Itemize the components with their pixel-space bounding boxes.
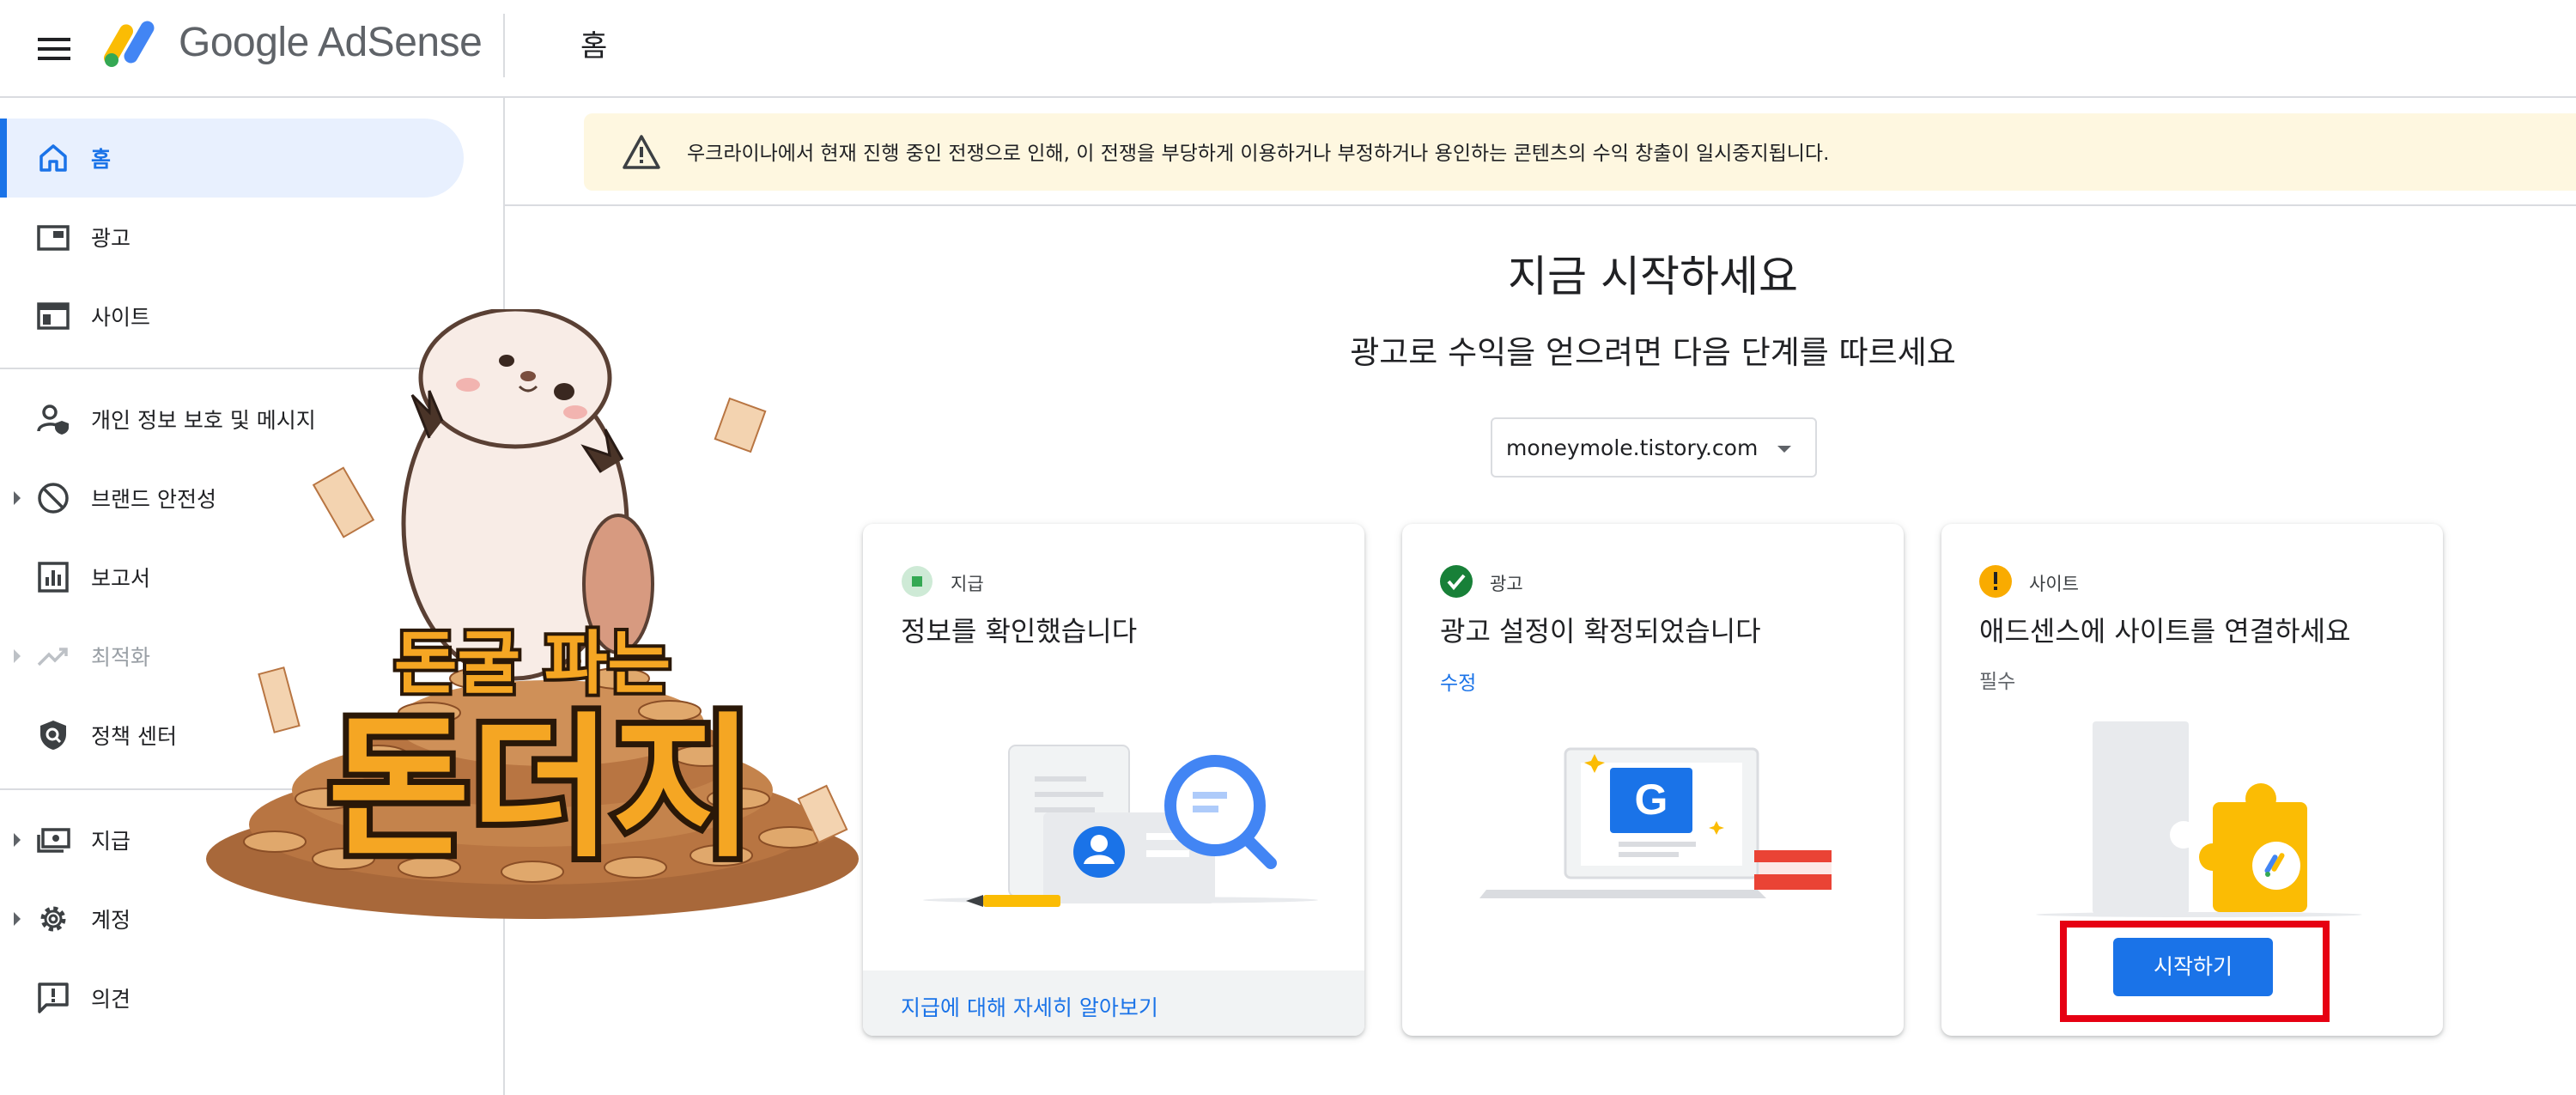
- mascot-overlay-image: 돈굴 파는 돈더지: [172, 307, 945, 945]
- learn-more-link[interactable]: 지급에 대해 자세히 알아보기: [901, 991, 1158, 1022]
- card-category: 광고: [1490, 574, 1523, 594]
- card-category: 지급: [951, 574, 984, 594]
- divider: [503, 14, 505, 77]
- adsense-logo-icon: [103, 17, 165, 69]
- edit-link[interactable]: 수정: [1440, 666, 1476, 696]
- top-app-bar: Google AdSense 홈: [0, 0, 2576, 98]
- highlight-annotation-box: [2060, 921, 2330, 1022]
- dropdown-arrow-icon: [1777, 446, 1791, 453]
- main-heading: 지금 시작하세요: [1508, 252, 1798, 301]
- site-illustration: [1941, 696, 2443, 953]
- card-title: 애드센스에 사이트를 연결하세요: [1979, 615, 2351, 648]
- sidebar-item-feedback[interactable]: 의견: [0, 958, 464, 1037]
- block-icon: [33, 478, 74, 519]
- expand-caret-icon: [14, 491, 21, 505]
- sidebar-item-ads[interactable]: 광고: [0, 198, 464, 277]
- card-category: 사이트: [2029, 574, 2079, 594]
- sidebar-item-home[interactable]: 홈: [0, 119, 464, 198]
- site-select-dropdown[interactable]: moneymole.tistory.com: [1491, 417, 1817, 478]
- sites-icon: [33, 295, 74, 337]
- trending-icon: [33, 636, 74, 677]
- reports-icon: [33, 557, 74, 598]
- site-step-card: 사이트 애드센스에 사이트를 연결하세요 필수 시작하기: [1941, 524, 2443, 1036]
- menu-icon[interactable]: [31, 26, 77, 72]
- warning-icon: [622, 134, 661, 170]
- site-select-value: moneymole.tistory.com: [1506, 435, 1759, 460]
- card-title: 광고 설정이 확정되었습니다: [1440, 615, 1761, 648]
- expand-caret-icon: [14, 649, 21, 663]
- page-title: 홈: [580, 29, 608, 64]
- gear-icon: [33, 898, 74, 940]
- alert-circle-icon: [1979, 565, 2012, 598]
- logo-text: Google AdSense: [179, 20, 483, 65]
- privacy-icon: [33, 398, 74, 440]
- ads-step-card: 광고 광고 설정이 확정되었습니다 수정 G: [1402, 524, 1904, 1036]
- banner-text: 우크라이나에서 현재 진행 중인 전쟁으로 인해, 이 전쟁을 부당하게 이용하…: [687, 143, 1830, 165]
- war-notice-banner: 우크라이나에서 현재 진행 중인 전쟁으로 인해, 이 전쟁을 부당하게 이용하…: [584, 113, 2576, 191]
- ads-icon: [33, 216, 74, 258]
- card-footer: 지급에 대해 자세히 알아보기: [863, 970, 1364, 1036]
- svg-text:G: G: [1635, 776, 1668, 824]
- overlay-text-line2: 돈더지: [328, 699, 755, 879]
- section-divider: [505, 204, 2576, 206]
- ads-illustration: G: [1402, 696, 1904, 953]
- policy-icon: [33, 715, 74, 756]
- required-label: 필수: [1979, 671, 2016, 693]
- overlay-text-line1: 돈굴 파는: [394, 624, 671, 703]
- payments-icon: [33, 819, 74, 861]
- expand-caret-icon: [14, 833, 21, 847]
- main-subheading: 광고로 수익을 얻으려면 다음 단계를 따르세요: [1350, 334, 1956, 371]
- feedback-icon: [33, 977, 74, 1019]
- expand-caret-icon: [14, 912, 21, 926]
- check-circle-icon: [1440, 565, 1473, 598]
- home-icon: [33, 137, 74, 179]
